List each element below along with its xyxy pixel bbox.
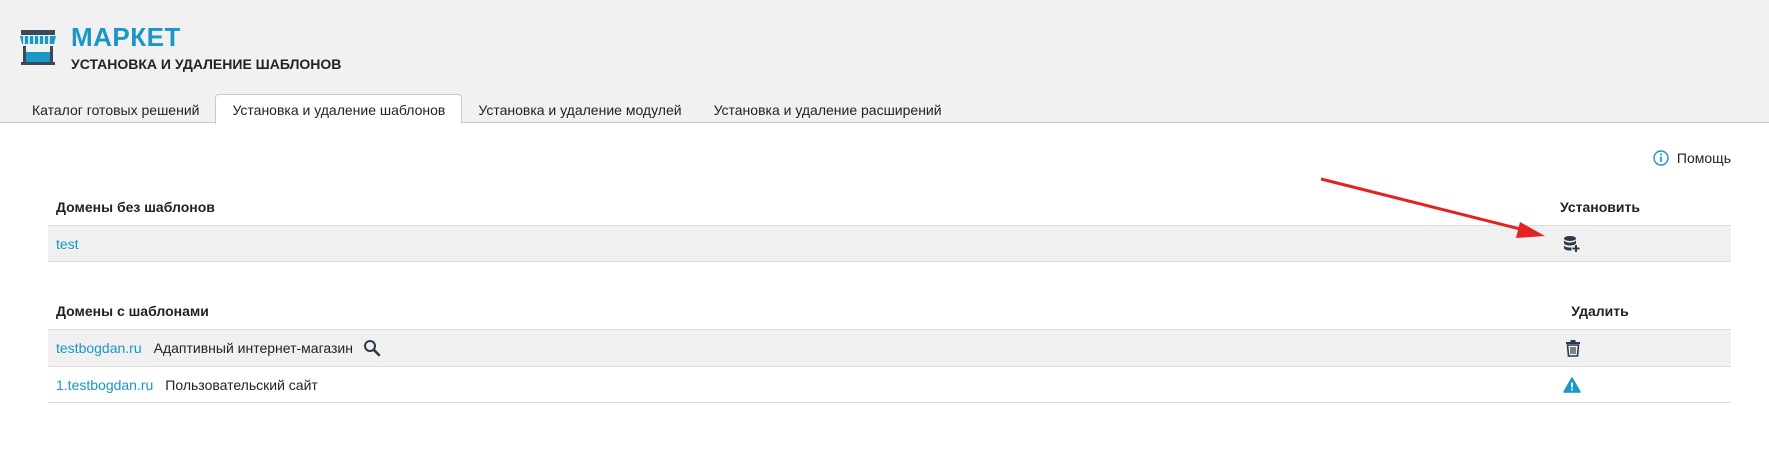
domain-link[interactable]: 1.testbogdan.ru	[56, 377, 153, 393]
with-templates-header: Домены с шаблонами Удалить	[48, 295, 1731, 327]
with-templates-heading: Домены с шаблонами	[56, 303, 209, 319]
delete-column-heading: Удалить	[1571, 303, 1629, 319]
no-templates-heading: Домены без шаблонов	[56, 199, 215, 215]
tab-catalog[interactable]: Каталог готовых решений	[16, 95, 215, 123]
tab-extensions[interactable]: Установка и удаление расширений	[698, 95, 958, 123]
install-column-heading: Установить	[1560, 199, 1640, 215]
template-name: Адаптивный интернет-магазин	[153, 340, 353, 356]
no-templates-header: Домены без шаблонов Установить	[48, 191, 1731, 223]
market-stall-icon	[20, 30, 56, 65]
help-link[interactable]: Помощь	[1653, 150, 1731, 166]
search-icon	[364, 340, 381, 357]
install-button[interactable]	[1563, 235, 1581, 253]
tab-bar: Каталог готовых решений Установка и удал…	[16, 94, 958, 124]
info-icon	[1653, 150, 1669, 166]
table-row: test	[48, 225, 1731, 262]
database-add-icon	[1564, 235, 1580, 252]
template-name: Пользовательский сайт	[165, 376, 318, 393]
domain-link[interactable]: testbogdan.ru	[56, 340, 142, 356]
preview-button[interactable]	[363, 339, 381, 357]
table-row: testbogdan.ru Адаптивный интернет-магази…	[48, 329, 1731, 366]
trash-icon	[1566, 340, 1580, 357]
table-row: 1.testbogdan.ru Пользовательский сайт	[48, 366, 1731, 403]
page-header: МАРКЕТ УСТАНОВКА И УДАЛЕНИЕ ШАБЛОНОВ Кат…	[0, 0, 1769, 124]
tab-modules[interactable]: Установка и удаление модулей	[462, 95, 697, 123]
page-subtitle: УСТАНОВКА И УДАЛЕНИЕ ШАБЛОНОВ	[71, 56, 342, 72]
warning-icon	[1563, 376, 1581, 393]
help-label: Помощь	[1676, 150, 1731, 166]
tab-templates[interactable]: Установка и удаление шаблонов	[215, 94, 463, 124]
domain-link[interactable]: test	[56, 236, 79, 252]
warning-indicator[interactable]	[1563, 376, 1581, 393]
delete-button[interactable]	[1565, 339, 1581, 357]
app-title: МАРКЕТ	[71, 22, 181, 52]
